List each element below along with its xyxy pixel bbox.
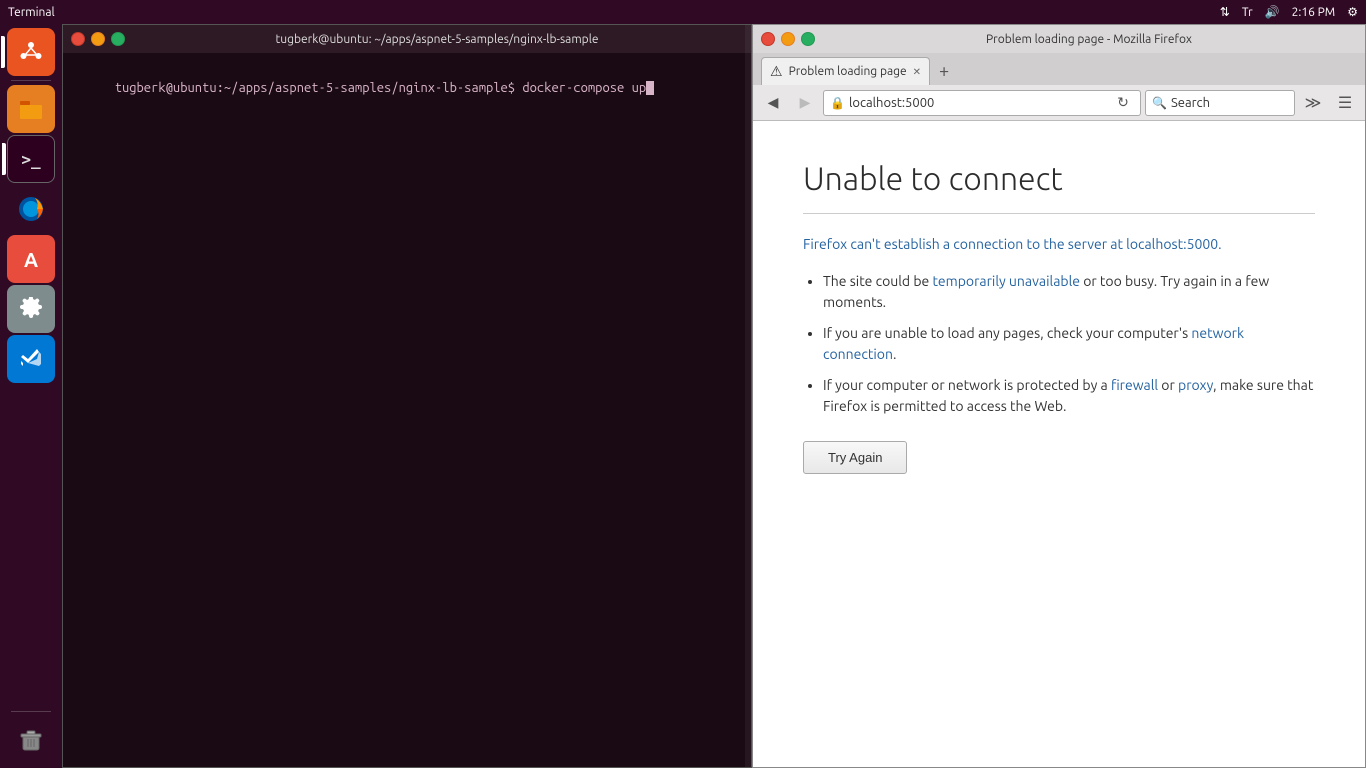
launcher: >_ A (0, 24, 62, 768)
back-button[interactable]: ◀ (759, 89, 787, 117)
launcher-item-vscode[interactable] (7, 335, 55, 383)
error-divider (803, 213, 1315, 214)
launcher-item-firefox[interactable] (7, 185, 55, 233)
system-bar: Terminal ⇅ Tr 🔊 2:16 PM ⚙ (0, 0, 1366, 24)
launcher-item-trash[interactable] (7, 716, 55, 764)
error-list: The site could be temporarily unavailabl… (803, 271, 1315, 417)
terminal-cursor (646, 81, 654, 95)
firefox-tab-problem-loading[interactable]: ⚠ Problem loading page ✕ (761, 57, 930, 85)
sort-icon: ⇅ (1220, 5, 1230, 19)
terminal-minimize-button[interactable] (91, 32, 105, 46)
terminal-window: tugberk@ubuntu: ~/apps/aspnet-5-samples/… (62, 24, 752, 768)
terminal-titlebar: tugberk@ubuntu: ~/apps/aspnet-5-samples/… (63, 25, 751, 53)
firefox-close-button[interactable] (761, 32, 775, 46)
hamburger-menu-button[interactable]: ☰ (1331, 89, 1359, 117)
firefox-toolbar: ◀ ▶ 🔒 localhost:5000 ↻ 🔍 Search ≫ ☰ (753, 85, 1365, 121)
terminal-prompt-text: tugberk@ubuntu:~/apps/aspnet-5-samples/n… (115, 81, 646, 95)
firefox-tabbar: ⚠ Problem loading page ✕ + (753, 53, 1365, 85)
terminal-title: tugberk@ubuntu: ~/apps/aspnet-5-samples/… (131, 33, 743, 46)
launcher-item-settings[interactable] (7, 285, 55, 333)
try-again-button[interactable]: Try Again (803, 441, 907, 474)
temporarily-unavailable-link[interactable]: temporarily unavailable (932, 273, 1080, 289)
location-bar[interactable]: 🔒 localhost:5000 ↻ (823, 90, 1141, 116)
power-icon: ⚙ (1347, 5, 1358, 19)
firefox-maximize-button[interactable] (801, 32, 815, 46)
terminal-close-button[interactable] (71, 32, 85, 46)
terminal-maximize-button[interactable] (111, 32, 125, 46)
reload-button[interactable]: ↻ (1112, 92, 1134, 114)
clock: 2:16 PM (1292, 6, 1336, 19)
terminal-body[interactable]: tugberk@ubuntu:~/apps/aspnet-5-samples/n… (63, 53, 751, 767)
proxy-link[interactable]: proxy (1178, 377, 1213, 393)
firewall-link[interactable]: firewall (1111, 377, 1158, 393)
launcher-item-texteditor[interactable]: A (7, 235, 55, 283)
terminal-command-line: tugberk@ubuntu:~/apps/aspnet-5-samples/n… (71, 61, 743, 116)
error-description: Firefox can't establish a connection to … (803, 234, 1315, 255)
location-shield-icon: 🔒 (830, 96, 845, 110)
search-input[interactable]: Search (1171, 96, 1210, 110)
tab-label: Problem loading page (789, 65, 907, 78)
launcher-item-terminal[interactable]: >_ (7, 135, 55, 183)
error-heading: Unable to connect (803, 161, 1315, 197)
error-url: localhost:5000 (1126, 236, 1218, 252)
forward-button[interactable]: ▶ (791, 89, 819, 117)
tab-close-button[interactable]: ✕ (913, 66, 921, 78)
more-tools-button[interactable]: ≫ (1299, 89, 1327, 117)
launcher-item-files[interactable] (7, 85, 55, 133)
launcher-item-ubuntu[interactable] (7, 28, 55, 76)
launcher-divider (11, 80, 51, 81)
search-bar[interactable]: 🔍 Search (1145, 90, 1295, 116)
system-bar-right: ⇅ Tr 🔊 2:16 PM ⚙ (1220, 5, 1358, 19)
system-bar-title: Terminal (8, 6, 55, 19)
firefox-content: Unable to connect Firefox can't establis… (753, 121, 1365, 767)
url-text: localhost:5000 (849, 96, 1108, 110)
firefox-titlebar: Problem loading page - Mozilla Firefox (753, 25, 1365, 53)
error-list-item-3: If your computer or network is protected… (823, 375, 1315, 417)
tr-icon: Tr (1242, 6, 1253, 19)
firefox-title: Problem loading page - Mozilla Firefox (821, 33, 1357, 46)
tab-warning-icon: ⚠ (770, 63, 783, 80)
system-bar-left: Terminal (8, 6, 55, 19)
firefox-window: Problem loading page - Mozilla Firefox ⚠… (752, 24, 1366, 768)
error-list-item-2: If you are unable to load any pages, che… (823, 323, 1315, 365)
network-connection-link[interactable]: network connection (823, 325, 1244, 362)
search-icon: 🔍 (1152, 96, 1167, 110)
launcher-divider-bottom (11, 711, 51, 712)
terminal-resize-handle[interactable] (745, 25, 751, 767)
error-list-item-1: The site could be temporarily unavailabl… (823, 271, 1315, 313)
volume-icon: 🔊 (1265, 5, 1280, 19)
firefox-minimize-button[interactable] (781, 32, 795, 46)
new-tab-button[interactable]: + (930, 57, 958, 85)
